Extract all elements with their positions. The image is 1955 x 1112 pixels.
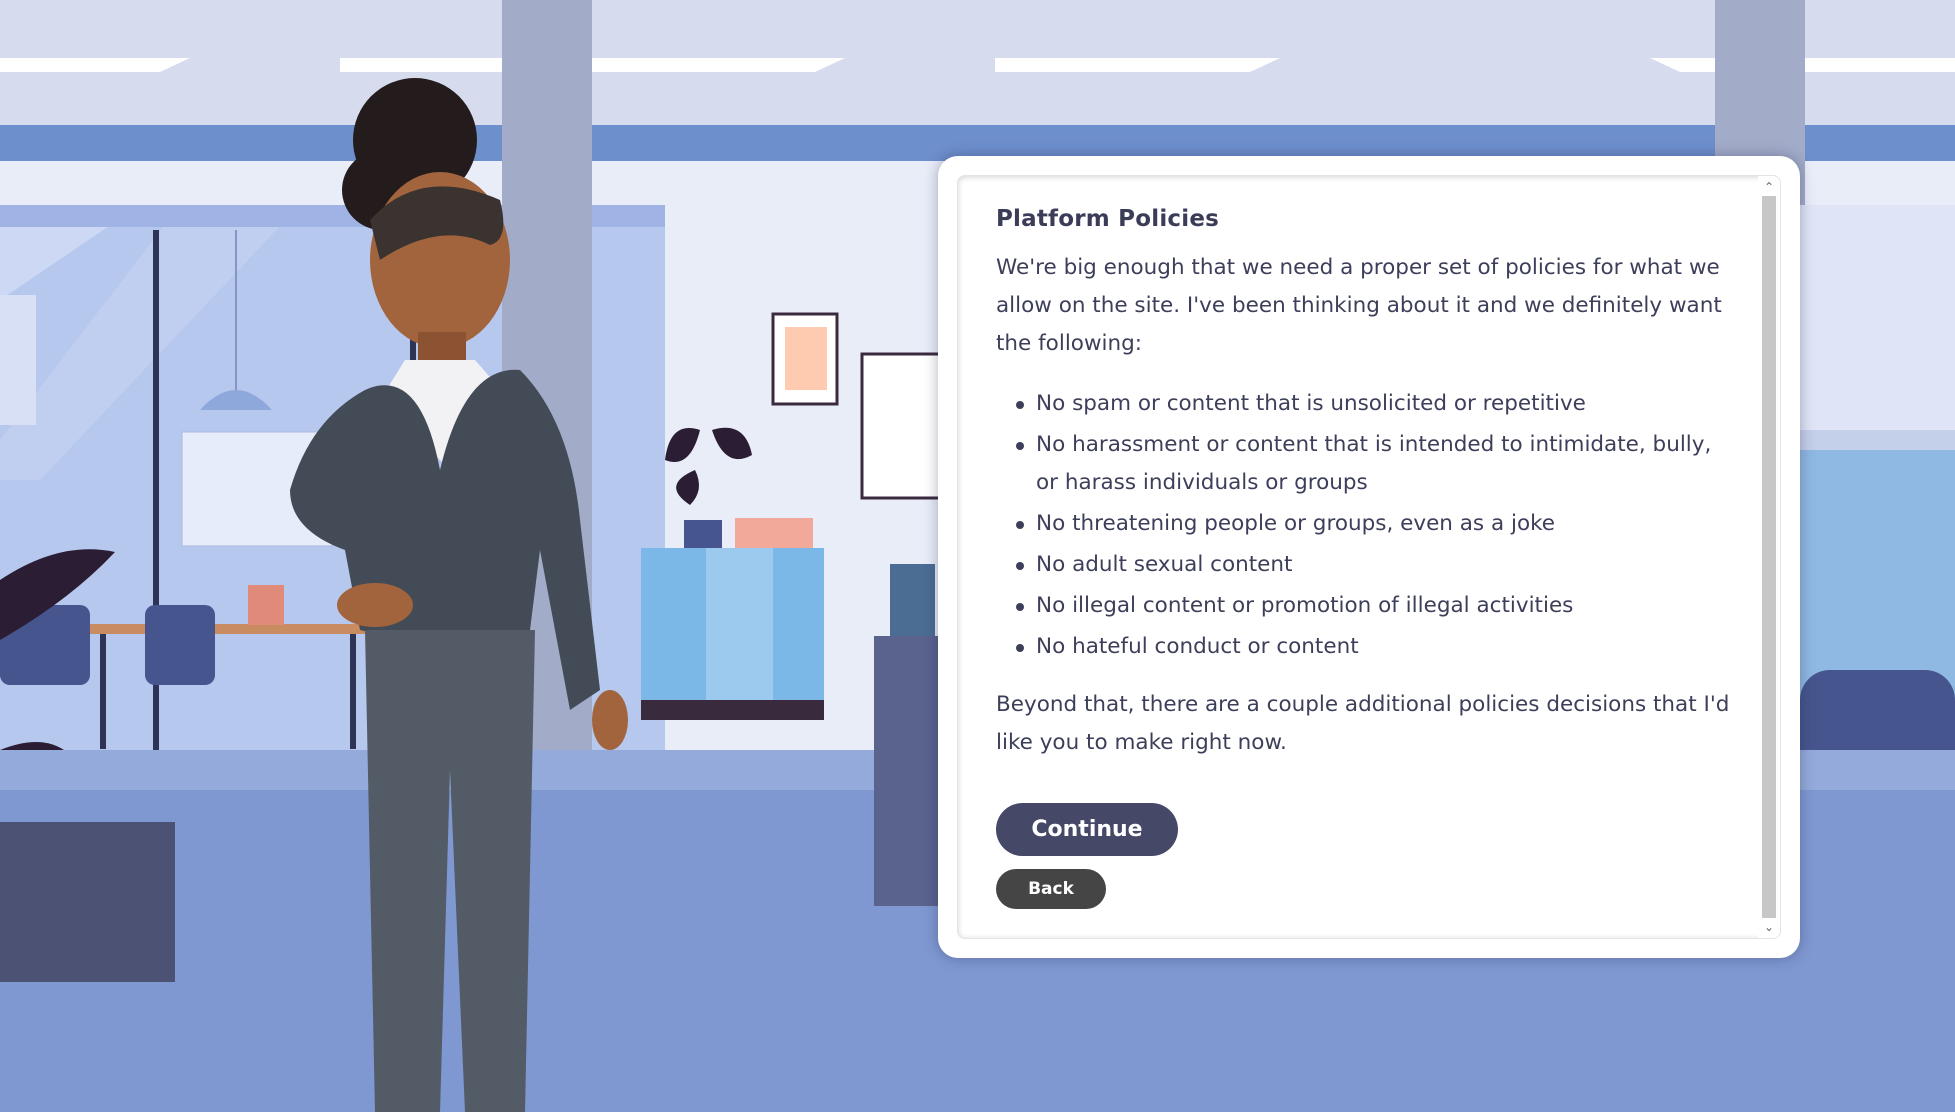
policy-list: No spam or content that is unsolicited o… [1016,385,1736,666]
policy-item: No illegal content or promotion of illeg… [1016,587,1736,625]
dialog-title: Platform Policies [996,206,1220,232]
character-illustration [290,78,628,1112]
continue-button[interactable]: Continue [996,803,1178,856]
chevron-down-icon[interactable]: ⌄ [1758,918,1780,936]
intro-text: We're big enough that we need a proper s… [996,255,1722,356]
dialog-scroll-area[interactable]: Platform Policies We're big enough that … [957,175,1781,939]
dialog-panel: Platform Policies We're big enough that … [938,156,1800,958]
outro-text: Beyond that, there are a couple addition… [996,692,1730,755]
chevron-up-icon[interactable]: ⌃ [1758,178,1780,196]
policy-item: No spam or content that is unsolicited o… [1016,385,1736,423]
back-button[interactable]: Back [996,869,1106,909]
policy-item: No adult sexual content [1016,546,1736,584]
policy-item: No harassment or content that is intende… [1016,426,1736,502]
policy-item: No threatening people or groups, even as… [1016,505,1736,543]
scrollbar[interactable]: ⌃ ⌄ [1758,176,1780,938]
dialog-content: Platform Policies We're big enough that … [996,206,1736,762]
scroll-thumb[interactable] [1762,196,1776,918]
policy-item: No hateful conduct or content [1016,628,1736,666]
